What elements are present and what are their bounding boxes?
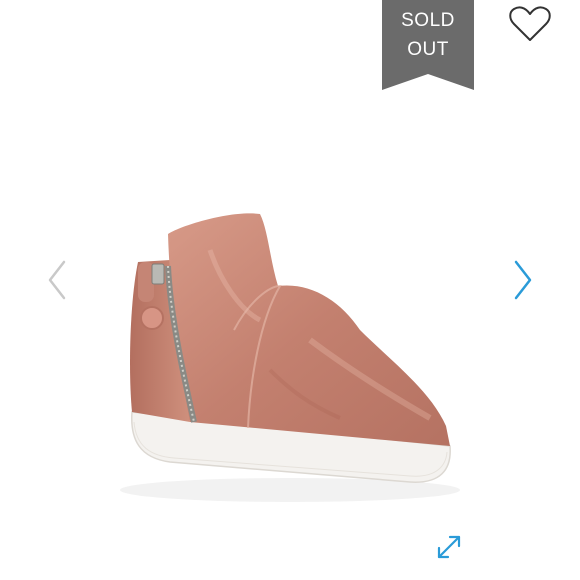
favorite-button[interactable] <box>508 4 552 44</box>
next-image-button[interactable] <box>510 258 534 302</box>
sold-out-text: SOLD OUT <box>382 6 474 64</box>
sold-out-badge: SOLD OUT <box>382 0 474 92</box>
expand-icon <box>437 535 461 559</box>
heart-icon <box>509 6 551 41</box>
previous-image-button[interactable] <box>46 258 70 302</box>
chevron-left-icon <box>48 260 66 300</box>
product-photo <box>110 190 470 510</box>
chevron-right-icon <box>514 260 532 300</box>
sold-out-line-1: SOLD <box>401 10 455 31</box>
product-image-viewer: SOLD OUT <box>0 0 580 580</box>
sold-out-line-2: OUT <box>407 39 449 60</box>
velvet-sneaker-illustration <box>120 213 460 502</box>
expand-image-button[interactable] <box>434 532 464 562</box>
